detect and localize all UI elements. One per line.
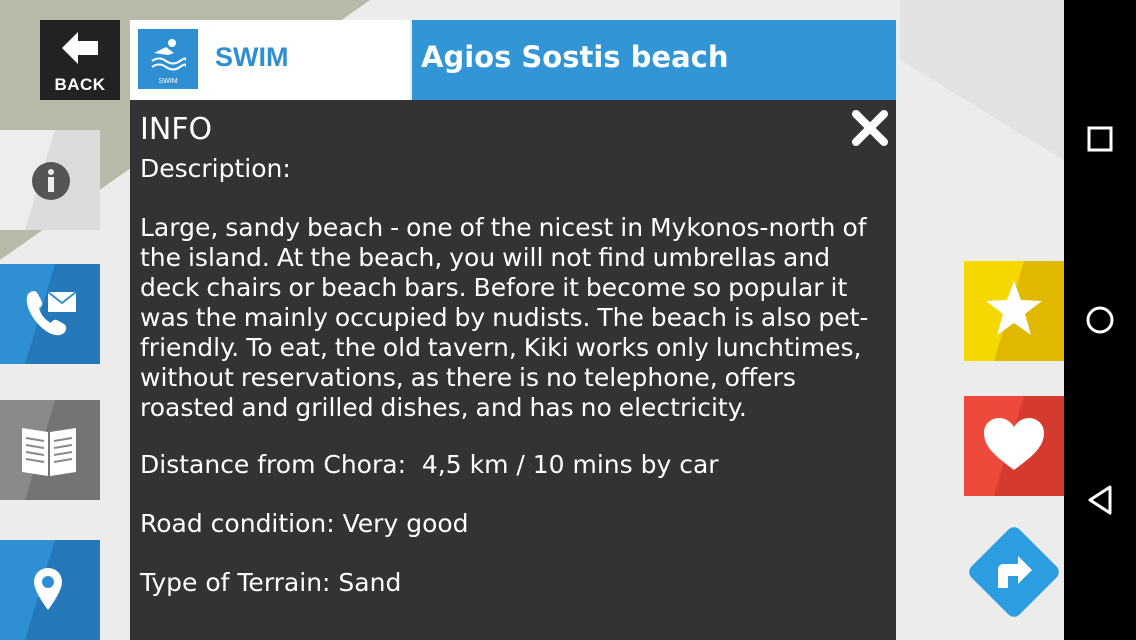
beach-title: Agios Sostis beach (421, 40, 729, 74)
description-text: Large, sandy beach - one of the nicest i… (140, 213, 869, 422)
heart-icon (984, 418, 1044, 470)
swim-logo: SWIM (138, 29, 198, 89)
description-label: Description: (140, 154, 291, 183)
category-label: SWIM (215, 42, 289, 72)
news-tile-button[interactable] (0, 400, 100, 500)
map-tile-button[interactable] (0, 540, 100, 640)
category-header: SWIM SWIM (130, 20, 410, 100)
newspaper-icon (22, 428, 76, 476)
back-icon[interactable] (1086, 484, 1114, 516)
star-icon (986, 281, 1042, 335)
close-icon[interactable] (850, 108, 890, 148)
beach-header: Agios Sostis beach (412, 20, 896, 100)
terrain-text: Type of Terrain: Sand (140, 568, 402, 597)
recent-apps-icon[interactable] (1086, 125, 1114, 153)
home-icon[interactable] (1086, 305, 1114, 335)
arrow-left-icon (62, 32, 98, 64)
contact-icon (26, 291, 77, 336)
distance-text: Distance from Chora: 4,5 km / 10 mins by… (140, 450, 719, 479)
android-nav-bar (1064, 0, 1136, 640)
swim-logo-text: SWIM (158, 78, 178, 85)
favorite-button[interactable] (964, 261, 1064, 361)
info-panel: INFO Description: Large, sandy beach - o… (130, 100, 896, 640)
info-tile-button[interactable] (0, 130, 100, 230)
info-icon (32, 162, 70, 200)
directions-icon[interactable] (966, 524, 1062, 620)
contact-tile-button[interactable] (0, 264, 100, 364)
back-button[interactable]: BACK (40, 20, 120, 100)
swimmer-icon (151, 39, 186, 71)
map-pin-icon (34, 568, 62, 610)
info-heading: INFO (140, 112, 213, 147)
back-label: BACK (54, 75, 106, 94)
road-condition-text: Road condition: Very good (140, 509, 469, 538)
like-button[interactable] (964, 396, 1064, 496)
